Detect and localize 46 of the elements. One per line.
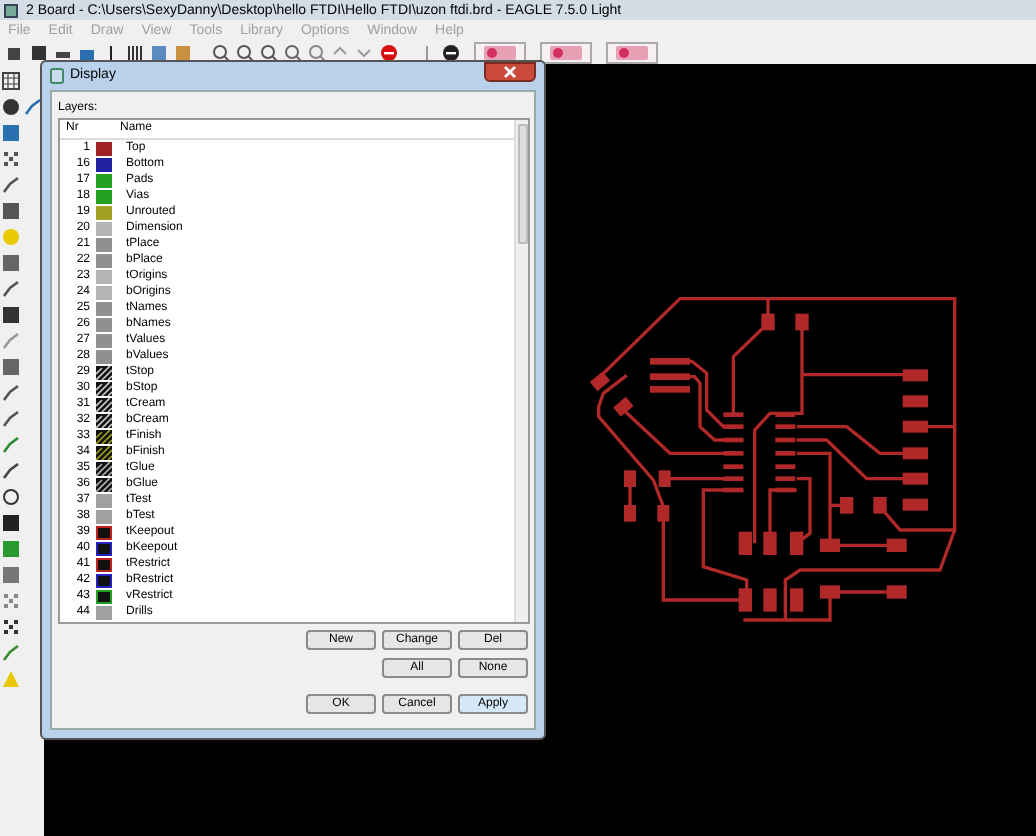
layer-swatch[interactable] [96, 301, 112, 315]
scrollbar[interactable] [514, 120, 528, 622]
layer-swatch[interactable] [96, 477, 112, 491]
link-button[interactable] [474, 41, 526, 63]
layer-swatch[interactable] [96, 557, 112, 571]
dialog-app-icon [50, 68, 64, 84]
square-icon[interactable] [2, 514, 20, 532]
dots-icon[interactable] [2, 592, 20, 610]
layer-swatch[interactable] [96, 461, 112, 475]
layer-swatch[interactable] [96, 141, 112, 155]
scroll-thumb[interactable] [517, 124, 527, 244]
layer-swatch[interactable] [96, 429, 112, 443]
layer-swatch[interactable] [96, 605, 112, 619]
layer-swatch[interactable] [96, 157, 112, 171]
layer-swatch[interactable] [96, 189, 112, 203]
layer-swatch[interactable] [96, 349, 112, 363]
layer-swatch[interactable] [96, 541, 112, 555]
layer-swatch[interactable] [96, 445, 112, 459]
layer-swatch[interactable] [96, 269, 112, 283]
stop-icon[interactable] [380, 43, 398, 61]
square-icon[interactable] [2, 202, 20, 220]
logo-icon [484, 45, 516, 59]
layer-swatch[interactable] [96, 509, 112, 523]
zoom-icon[interactable] [308, 43, 326, 61]
link-button[interactable] [540, 41, 592, 63]
logo-icon [550, 45, 582, 59]
layer-swatch[interactable] [96, 589, 112, 603]
link-button[interactable] [606, 41, 658, 63]
layer-swatch[interactable] [96, 221, 112, 235]
circle-icon[interactable] [2, 488, 20, 506]
layer-swatch[interactable] [96, 253, 112, 267]
close-icon [504, 66, 516, 78]
grid-icon[interactable] [2, 72, 20, 90]
bars-icon[interactable] [126, 43, 144, 61]
layer-swatch[interactable] [96, 333, 112, 347]
layer-swatch[interactable] [96, 173, 112, 187]
layer-swatch[interactable] [96, 285, 112, 299]
layer-swatch[interactable] [96, 525, 112, 539]
layer-swatch[interactable] [96, 317, 112, 331]
logo-icon [616, 45, 648, 59]
close-button[interactable] [484, 62, 536, 82]
layer-swatch[interactable] [96, 573, 112, 587]
dots-icon[interactable] [2, 150, 20, 168]
layer-swatch[interactable] [96, 237, 112, 251]
layer-swatch[interactable] [96, 493, 112, 507]
layer-swatch[interactable] [96, 205, 112, 219]
